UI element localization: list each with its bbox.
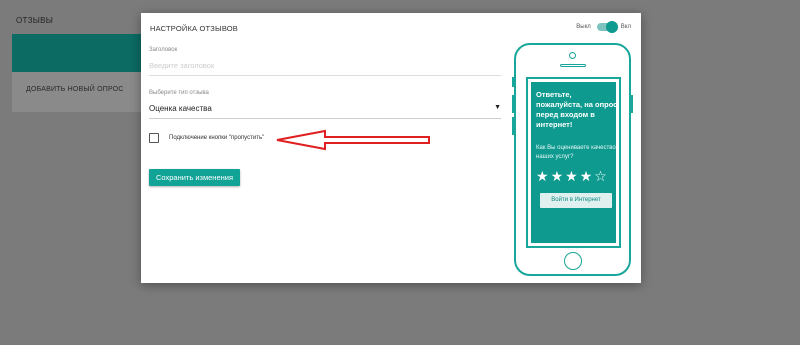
- star-filled-icon[interactable]: ★: [565, 169, 578, 183]
- skip-checkbox-label: Подключение кнопки "пропустить": [169, 135, 265, 141]
- caret-down-icon[interactable]: ▼: [494, 104, 501, 111]
- type-field: Выберите тип отзыва Оценка качества ▼: [149, 90, 501, 119]
- star-filled-icon[interactable]: ★: [580, 169, 593, 183]
- save-changes-button[interactable]: Сохранить изменения: [149, 169, 241, 186]
- preview-heading: Ответьте, пожалуйста, на опрос перед вхо…: [536, 90, 618, 129]
- skip-checkbox[interactable]: [149, 133, 159, 143]
- phone-side-button: [512, 95, 515, 113]
- enable-toggle-group: Выкл Вкл: [576, 21, 631, 33]
- modal-title: НАСТРОЙКА ОТЗЫВОВ: [150, 24, 239, 33]
- preview-question: Как Вы оцениваете качество наших услуг?: [536, 145, 616, 160]
- star-filled-icon[interactable]: ★: [551, 169, 564, 183]
- toggle-on-label: Вкл: [620, 24, 631, 30]
- type-select[interactable]: Оценка качества ▼: [149, 104, 501, 119]
- preview-panel: Ответьте, пожалуйста, на опрос перед вхо…: [531, 82, 618, 243]
- phone-side-button: [512, 77, 515, 87]
- annotation-arrow-icon: [276, 129, 430, 151]
- skip-checkbox-row: Подключение кнопки "пропустить": [149, 133, 264, 143]
- star-empty-icon[interactable]: ☆: [594, 169, 607, 183]
- phone-side-button: [512, 117, 515, 135]
- type-select-value: Оценка качества: [149, 104, 212, 113]
- heading-label: Заголовок: [149, 47, 178, 53]
- enable-toggle[interactable]: [596, 21, 618, 33]
- phone-preview: Ответьте, пожалуйста, на опрос перед вхо…: [512, 43, 633, 276]
- background-sidebar: ОТЗЫВЫ ДОБАВИТЬ НОВЫЙ ОПРОС: [0, 0, 150, 345]
- login-internet-button[interactable]: Войти в Интернет: [540, 193, 612, 208]
- toggle-knob[interactable]: [605, 21, 618, 33]
- phone-camera-icon: [569, 52, 576, 59]
- background-teal-banner: [12, 34, 144, 72]
- phone-speaker-icon: [560, 64, 586, 67]
- toggle-off-label: Выкл: [576, 24, 591, 30]
- rating-stars: ★ ★ ★ ★ ☆: [536, 169, 607, 183]
- add-survey-link[interactable]: ДОБАВИТЬ НОВЫЙ ОПРОС: [26, 86, 124, 93]
- type-label: Выберите тип отзыва: [149, 90, 209, 96]
- background-page-title: ОТЗЫВЫ: [16, 16, 54, 25]
- star-filled-icon[interactable]: ★: [536, 169, 549, 183]
- phone-screen: Ответьте, пожалуйста, на опрос перед вхо…: [526, 77, 621, 248]
- heading-input[interactable]: Введите заголовок: [149, 61, 501, 76]
- heading-field: Заголовок Введите заголовок: [149, 47, 501, 76]
- phone-home-button-icon: [564, 252, 582, 270]
- feedback-settings-modal: НАСТРОЙКА ОТЗЫВОВ Выкл Вкл Заголовок Вве…: [141, 13, 641, 283]
- phone-side-button: [630, 95, 633, 113]
